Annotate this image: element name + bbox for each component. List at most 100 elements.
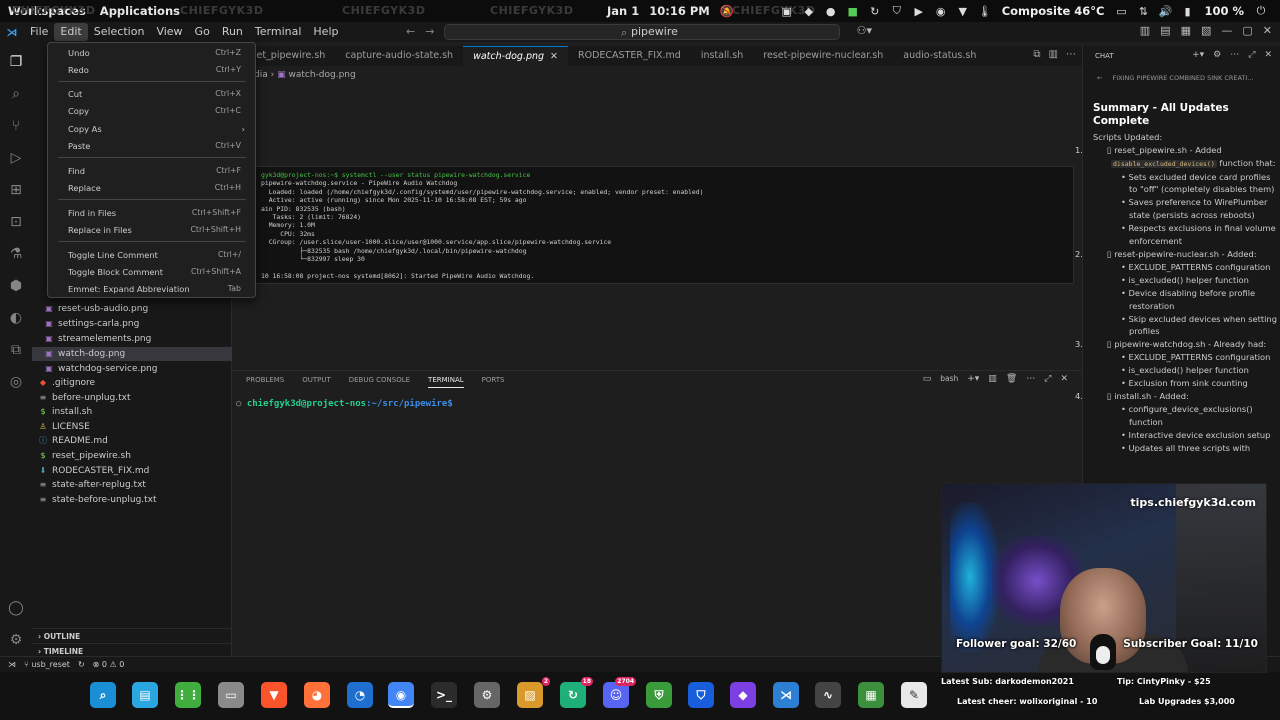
problems-indicator[interactable]: ⊗ 0 ⚠ 0 <box>93 660 125 669</box>
waveform-app-icon[interactable]: ∿ <box>815 682 841 708</box>
toggle-panel-icon[interactable]: ▤ <box>1160 24 1170 37</box>
tab-problems[interactable]: PROBLEMS <box>246 376 284 388</box>
account-icon[interactable]: ◯ <box>6 598 26 618</box>
firefox-icon[interactable]: ◕ <box>304 682 330 708</box>
diamond-icon[interactable]: ◆ <box>798 2 820 20</box>
file-state-after-replug-txt[interactable]: ≡ state-after-replug.txt <box>32 478 232 492</box>
settings-gear-icon[interactable]: ⚙ <box>6 630 26 650</box>
battery-icon[interactable]: ▮ <box>1176 2 1198 20</box>
vpn-icon[interactable]: ⛨ <box>646 682 672 708</box>
menu-item-find[interactable]: Find Ctrl+F <box>48 163 255 179</box>
spreadsheet-icon[interactable]: ▦ <box>858 682 884 708</box>
green-app-icon[interactable]: ■ <box>842 2 864 20</box>
file-gitignore[interactable]: ◆ .gitignore <box>32 376 232 390</box>
remote-icon[interactable]: ⋊ <box>8 660 16 669</box>
menu-help[interactable]: Help <box>307 23 344 41</box>
file-manager-icon[interactable]: ▤ <box>132 682 158 708</box>
maximize-icon[interactable]: ▢ <box>1242 24 1252 37</box>
chrome-icon[interactable]: ◉ <box>388 682 414 708</box>
split-editor-icon[interactable]: ▥ <box>1049 49 1058 60</box>
file-streamelements-png[interactable]: ▣ streamelements.png <box>32 332 232 346</box>
maximize-icon[interactable]: ⤢ <box>1248 50 1255 60</box>
battery-label[interactable]: 100 % <box>1204 4 1244 18</box>
chrome-icon[interactable]: ◉ <box>930 2 952 20</box>
menu-item-replace-in-files[interactable]: Replace in Files Ctrl+Shift+H <box>48 222 255 238</box>
git-branch[interactable]: ⑂ usb_reset <box>24 660 70 669</box>
menu-item-copy[interactable]: Copy Ctrl+C <box>48 103 255 119</box>
clock[interactable]: Jan 1 10:16 PM 🔕 <box>607 4 734 18</box>
menu-item-cut[interactable]: Cut Ctrl+X <box>48 86 255 102</box>
menu-go[interactable]: Go <box>189 23 216 41</box>
close-icon[interactable]: ✕ <box>1264 50 1272 60</box>
menu-item-toggle-line-comment[interactable]: Toggle Line Comment Ctrl+/ <box>48 247 255 263</box>
close-icon[interactable]: ✕ <box>550 51 558 62</box>
github-icon[interactable]: ◐ <box>6 308 26 328</box>
tab-reset-pipewire-nuclear-sh[interactable]: reset-pipewire-nuclear.sh <box>753 46 893 66</box>
clipboard-icon[interactable]: ▭ <box>1110 2 1132 20</box>
terminal-app-icon[interactable]: >_ <box>431 682 457 708</box>
new-chat-icon[interactable]: +▾ <box>1192 50 1204 60</box>
docker-icon[interactable]: ⬢ <box>6 276 26 296</box>
file-license[interactable]: ♙ LICENSE <box>32 420 232 434</box>
command-center-search[interactable]: ⌕ pipewire <box>444 24 840 40</box>
forward-arrow-icon[interactable]: → <box>425 25 444 38</box>
toggle-secondary-sidebar-icon[interactable]: ▦ <box>1181 24 1191 37</box>
source-control-icon[interactable]: ⑂ <box>6 116 26 136</box>
menu-run[interactable]: Run <box>216 23 249 41</box>
file-install-sh[interactable]: $ install.sh <box>32 405 232 419</box>
file-watchdog-service-png[interactable]: ▣ watchdog-service.png <box>32 362 232 376</box>
terminal-prompt[interactable]: ○ chiefgyk3d@project-nos:~/src/pipewire$ <box>236 399 453 409</box>
software-updates-icon[interactable]: ▨ 2 <box>517 677 550 708</box>
maximize-panel-icon[interactable]: ⤢ <box>1044 374 1051 384</box>
search-icon[interactable]: ⌕ <box>6 84 26 104</box>
volume-icon[interactable]: 🔊 <box>1154 2 1176 20</box>
tab-watch-dog-png[interactable]: watch-dog.png ✕ <box>463 46 569 66</box>
menu-file[interactable]: File <box>24 23 54 41</box>
run-debug-icon[interactable]: ▷ <box>6 148 26 168</box>
menu-item-undo[interactable]: Undo Ctrl+Z <box>48 45 255 61</box>
tab-debug-console[interactable]: DEBUG CONSOLE <box>349 376 410 388</box>
tab-audio-status-sh[interactable]: audio-status.sh <box>893 46 986 66</box>
breadcrumb[interactable]: dia › ▣ watch-dog.png <box>254 70 356 80</box>
more-actions-icon[interactable]: ⋯ <box>1026 374 1035 384</box>
file-link[interactable]: reset-pipewire-nuclear.sh <box>1114 249 1219 259</box>
bell-off-icon[interactable]: 🔕 <box>720 4 734 18</box>
file-reset-usb-audio-png[interactable]: ▣ reset-usb-audio.png <box>32 302 232 316</box>
breadcrumb-dir[interactable]: dia <box>254 70 268 80</box>
close-panel-icon[interactable]: ✕ <box>1060 374 1068 384</box>
file-link[interactable]: pipewire-watchdog.sh <box>1114 339 1205 349</box>
menu-view[interactable]: View <box>150 23 188 41</box>
sync-icon[interactable]: ↻ <box>78 660 85 669</box>
menu-terminal[interactable]: Terminal <box>249 23 308 41</box>
menu-item-redo[interactable]: Redo Ctrl+Y <box>48 62 255 78</box>
testing-icon[interactable]: ⚗ <box>6 244 26 264</box>
obsidian-icon[interactable]: ◆ <box>730 682 756 708</box>
screen-share-icon[interactable]: ▣ <box>776 2 798 20</box>
settings-icon[interactable]: ⚙ <box>1213 50 1221 60</box>
extensions-icon[interactable]: ⊞ <box>6 180 26 200</box>
tab-terminal[interactable]: TERMINAL <box>428 376 464 388</box>
sync-app-icon[interactable]: ↻ 18 <box>560 677 593 708</box>
tab-output[interactable]: OUTPUT <box>302 376 331 388</box>
app-grid-icon[interactable]: ⋮⋮ <box>175 682 201 708</box>
minimize-icon[interactable]: — <box>1221 24 1232 37</box>
wifi-icon[interactable]: ▼ <box>952 2 974 20</box>
sync-icon[interactable]: ↻ <box>864 2 886 20</box>
file-before-unplug-txt[interactable]: ≡ before-unplug.txt <box>32 391 232 405</box>
chat-session[interactable]: ← FIXING PIPEWIRE COMBINED SINK CREATI..… <box>1097 74 1254 82</box>
outline-section-header[interactable]: › OUTLINE <box>32 628 232 643</box>
settings-app-icon[interactable]: ⚙ <box>474 682 500 708</box>
network-icon[interactable]: ⇅ <box>1132 2 1154 20</box>
more-actions-icon[interactable]: ⋯ <box>1066 49 1076 60</box>
menu-item-paste[interactable]: Paste Ctrl+V <box>48 138 255 154</box>
tab-install-sh[interactable]: install.sh <box>691 46 753 66</box>
tab-rodecaster-fix-md[interactable]: RODECASTER_FIX.md <box>568 46 691 66</box>
layout-icon[interactable]: ▧ <box>1201 24 1211 37</box>
bitwarden-icon[interactable]: ⛉ <box>688 682 714 708</box>
menu-item-find-in-files[interactable]: Find in Files Ctrl+Shift+F <box>48 205 255 221</box>
trash-icon[interactable]: 🗑 <box>1006 374 1017 384</box>
menu-item-copy-as[interactable]: Copy As › <box>48 121 255 137</box>
breadcrumb-file[interactable]: watch-dog.png <box>288 70 355 80</box>
file-state-before-unplug-txt[interactable]: ≡ state-before-unplug.txt <box>32 493 232 507</box>
tab-capture-audio-state-sh[interactable]: capture-audio-state.sh <box>335 46 463 66</box>
